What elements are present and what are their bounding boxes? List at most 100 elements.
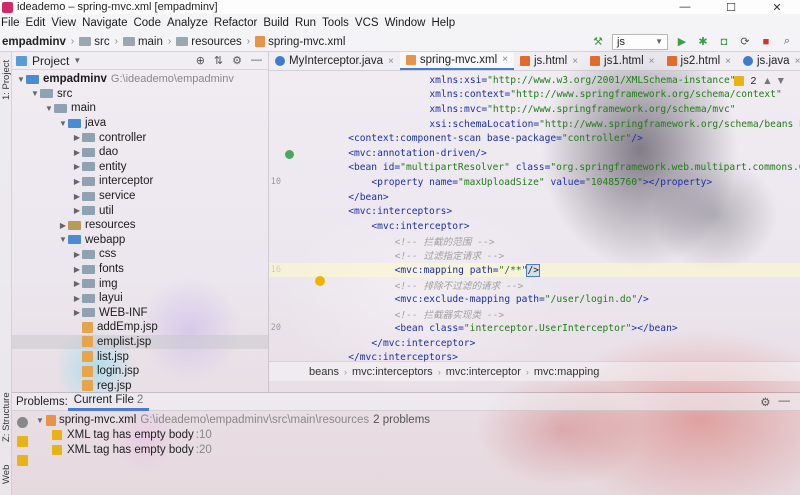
editor-tab[interactable]: MyInterceptor.java ×	[269, 52, 400, 70]
chevron-right-icon[interactable]: ▶	[72, 279, 82, 288]
code-line[interactable]: </bean>	[269, 190, 800, 205]
editor-tab[interactable]: js.java ×	[737, 52, 800, 70]
nav-crumb-src[interactable]: src	[77, 36, 111, 48]
minimize-button[interactable]: —	[662, 0, 708, 14]
menu-vcs[interactable]: VCS	[352, 17, 382, 29]
menu-run[interactable]: Run	[292, 17, 319, 29]
spring-bean-gutter-icon[interactable]	[285, 150, 294, 159]
chevron-right-icon[interactable]: ▶	[58, 221, 68, 230]
code-line[interactable]: <mvc:mapping path= "/**"/>	[269, 262, 800, 278]
code-line[interactable]: </mvc:interceptor>	[269, 336, 800, 351]
web-tool-label[interactable]: Web	[1, 465, 12, 484]
editor-tab[interactable]: spring-mvc.xml ×	[399, 52, 514, 70]
tree-item-main[interactable]: ▼ main	[12, 101, 268, 116]
tree-item-controller[interactable]: ▶ controller	[12, 130, 268, 145]
code-line[interactable]: <!-- 过滤指定请求 -->	[269, 248, 800, 263]
close-icon[interactable]: ×	[795, 56, 800, 67]
tree-item-empadminv[interactable]: ▼ empadminv G:\ideademo\empadminv	[12, 72, 268, 87]
debug-icon[interactable]: ✱	[696, 35, 710, 49]
breadcrumb-beans[interactable]: beans	[309, 366, 339, 378]
profiler-icon[interactable]: ⟳	[738, 35, 752, 49]
menu-tools[interactable]: Tools	[319, 17, 352, 29]
code-line[interactable]: xmlns:context= "http://www.springframewor…	[269, 88, 800, 103]
tree-item-addemp-jsp[interactable]: addEmp.jsp	[12, 320, 268, 335]
menu-build[interactable]: Build	[260, 17, 292, 29]
code-line[interactable]: xsi:schemaLocation= "http://www.springfra…	[269, 117, 800, 132]
close-button[interactable]: ✕	[754, 0, 800, 14]
lightbulb-icon[interactable]	[315, 276, 325, 286]
code-line[interactable]: <mvc:interceptors>	[269, 204, 800, 219]
tree-item-util[interactable]: ▶ util	[12, 203, 268, 218]
menu-navigate[interactable]: Navigate	[79, 17, 130, 29]
menu-code[interactable]: Code	[130, 17, 164, 29]
code-line[interactable]: <mvc:annotation-driven/>	[269, 146, 800, 161]
tree-item-web-inf[interactable]: ▶ WEB-INF	[12, 306, 268, 321]
chevron-right-icon[interactable]: ▶	[72, 265, 82, 274]
chevron-right-icon[interactable]: ▶	[72, 177, 82, 186]
code-line[interactable]: xmlns:xsi= "http://www.w3.org/2001/XMLSch…	[269, 73, 800, 88]
menu-file[interactable]: File	[0, 17, 23, 29]
tree-item-java[interactable]: ▼ java	[12, 116, 268, 131]
tree-item-img[interactable]: ▶ img	[12, 276, 268, 291]
menu-view[interactable]: View	[48, 17, 79, 29]
collapse-all-icon[interactable]: ⇅	[214, 54, 223, 67]
inspection-arrows[interactable]: ▲ ▼	[762, 75, 786, 87]
tree-item-resources[interactable]: ▶ resources	[12, 218, 268, 233]
run-config-select[interactable]: js ▼	[612, 33, 668, 50]
code-line[interactable]: <mvc:interceptor>	[269, 219, 800, 234]
hide-icon[interactable]: —	[251, 54, 262, 67]
code-line[interactable]: xmlns:mvc= "http://www.springframework.or…	[269, 102, 800, 117]
code-line[interactable]: <bean id= "multipartResolver" class= "org.…	[269, 161, 800, 176]
tree-item-reg-jsp[interactable]: reg.jsp	[12, 378, 268, 393]
code-area[interactable]: 101620 xmlns:xsi="http://www.w3.org/2001…	[269, 71, 800, 381]
warning-filter-icon[interactable]	[16, 436, 28, 447]
chevron-down-icon[interactable]: ▼	[44, 104, 54, 113]
tree-item-entity[interactable]: ▶ entity	[12, 160, 268, 175]
close-icon[interactable]: ×	[388, 56, 394, 67]
hammer-build-icon[interactable]: ⚒	[591, 35, 605, 49]
code-line[interactable]: <!-- 排除不过滤的请求 -->	[269, 277, 800, 292]
chevron-down-icon[interactable]: ▼	[16, 75, 26, 84]
chevron-right-icon[interactable]: ▶	[72, 162, 82, 171]
chevron-right-icon[interactable]: ▶	[72, 206, 82, 215]
menu-refactor[interactable]: Refactor	[211, 17, 260, 29]
error-filter-icon[interactable]	[16, 455, 28, 466]
editor-tab[interactable]: js2.html ×	[661, 52, 737, 70]
project-tool-label[interactable]: 1: Project	[1, 60, 12, 100]
tree-item-login-jsp[interactable]: login.jsp	[12, 364, 268, 379]
chevron-down-icon[interactable]: ▼	[58, 235, 68, 244]
close-icon[interactable]: ×	[572, 56, 578, 67]
locate-icon[interactable]: ⊕	[196, 54, 205, 67]
menu-edit[interactable]: Edit	[23, 17, 49, 29]
tree-item-fonts[interactable]: ▶ fonts	[12, 262, 268, 277]
chevron-right-icon[interactable]: ▶	[72, 192, 82, 201]
tree-item-interceptor[interactable]: ▶ interceptor	[12, 174, 268, 189]
chevron-right-icon[interactable]: ▶	[72, 250, 82, 259]
run-icon[interactable]: ▶	[675, 35, 689, 49]
menu-help[interactable]: Help	[428, 17, 458, 29]
tree-item-service[interactable]: ▶ service	[12, 189, 268, 204]
code-line[interactable]: <property name= "maxUploadSize" value= "10…	[269, 175, 800, 190]
structure-tool-label[interactable]: Z: Structure	[1, 392, 12, 442]
coverage-icon[interactable]: ◘	[717, 35, 731, 49]
inspection-widget[interactable]: 2 ▲ ▼	[734, 75, 786, 87]
close-icon[interactable]: ×	[725, 56, 731, 67]
tree-item-layui[interactable]: ▶ layui	[12, 291, 268, 306]
chevron-down-icon[interactable]: ▼	[58, 119, 68, 128]
search-icon[interactable]: ⌕	[780, 35, 794, 49]
nav-crumb-resources[interactable]: resources	[174, 36, 244, 48]
nav-crumb-file[interactable]: spring-mvc.xml	[253, 36, 347, 48]
chevron-down-icon[interactable]: ▼	[30, 89, 40, 98]
close-icon[interactable]: ×	[649, 56, 655, 67]
code-line[interactable]: <!-- 拦截器实现类 -->	[269, 307, 800, 322]
stop-icon[interactable]: ■	[759, 35, 773, 49]
close-icon[interactable]: ×	[502, 54, 508, 65]
chevron-right-icon[interactable]: ▶	[72, 294, 82, 303]
eye-icon[interactable]	[16, 417, 28, 428]
code-line[interactable]: <context:component-scan base-package= "co…	[269, 131, 800, 146]
maximize-button[interactable]: ☐	[708, 0, 754, 14]
nav-crumb-main[interactable]: main	[121, 36, 165, 48]
nav-crumb-project[interactable]: empadminv	[0, 36, 68, 48]
breadcrumb-interceptor[interactable]: mvc:interceptor	[446, 366, 521, 378]
gear-icon[interactable]: ⚙	[760, 395, 770, 409]
